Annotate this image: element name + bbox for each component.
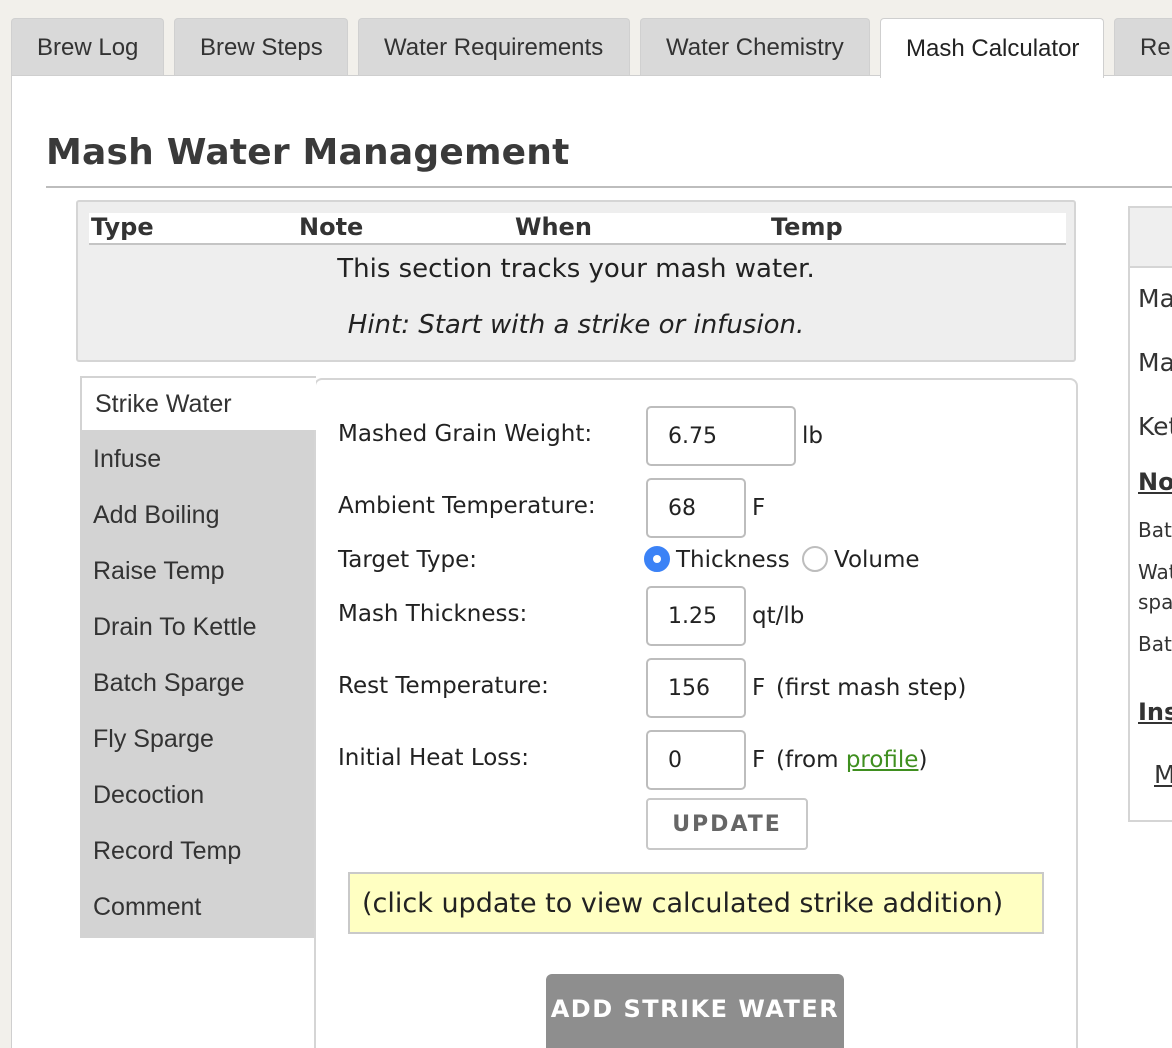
heat-loss-note-prefix: (from (776, 747, 846, 773)
column-note: Note (299, 213, 364, 241)
mash-log: Type Note When Temp This section tracks … (76, 200, 1076, 362)
sidebar-note-line: Wat (1138, 560, 1172, 584)
update-button[interactable]: UPDATE (646, 798, 808, 850)
action-drain-to-kettle[interactable]: Drain To Kettle (80, 599, 313, 655)
action-comment[interactable]: Comment (80, 879, 313, 935)
strike-result-notice: (click update to view calculated strike … (348, 872, 1044, 934)
rest-temp-unit: F (752, 675, 766, 701)
sidebar-note-line: Bat (1138, 632, 1172, 656)
rest-temp-input[interactable] (646, 658, 746, 718)
heat-loss-unit: F (752, 747, 766, 773)
grain-weight-unit: lb (802, 423, 823, 449)
thickness-option-label[interactable]: Thickness (676, 547, 790, 573)
mash-action-list: Strike Water Infuse Add Boiling Raise Te… (80, 376, 316, 938)
action-raise-temp[interactable]: Raise Temp (80, 543, 313, 599)
mash-log-empty-message: This section tracks your mash water. (337, 254, 815, 284)
target-type-label: Target Type: (338, 547, 478, 573)
action-add-boiling[interactable]: Add Boiling (80, 487, 313, 543)
action-infuse[interactable]: Infuse (80, 431, 313, 487)
sidebar-notes-heading: No (1138, 468, 1172, 496)
action-decoction[interactable]: Decoction (80, 767, 313, 823)
ambient-temp-input[interactable] (646, 478, 746, 538)
heat-loss-note-suffix: ) (918, 747, 928, 773)
column-temp: Temp (771, 213, 843, 241)
mash-thickness-label: Mash Thickness: (338, 601, 528, 627)
profile-link[interactable]: profile (846, 747, 919, 773)
volume-option-label[interactable]: Volume (834, 547, 920, 573)
action-strike-water[interactable]: Strike Water (80, 376, 316, 430)
tab-recipe[interactable]: Re (1114, 18, 1172, 76)
sidebar-note-line: spa (1138, 590, 1172, 614)
mash-summary-sidebar: Ma Ma Ket No Bat Wat spa Bat Ins M (1128, 206, 1172, 822)
grain-weight-input[interactable] (646, 406, 796, 466)
tab-brew-steps[interactable]: Brew Steps (174, 18, 348, 76)
heat-loss-note: (from profile) (776, 747, 927, 773)
tab-water-chemistry[interactable]: Water Chemistry (640, 18, 870, 76)
sidebar-ins-heading: Ins (1138, 698, 1172, 726)
title-divider (46, 186, 1172, 188)
column-when: When (515, 213, 592, 241)
heat-loss-input[interactable] (646, 730, 746, 790)
action-fly-sparge[interactable]: Fly Sparge (80, 711, 313, 767)
rest-temp-label: Rest Temperature: (338, 673, 549, 699)
heat-loss-label: Initial Heat Loss: (338, 745, 530, 771)
thickness-radio[interactable] (644, 546, 670, 572)
sidebar-row: Ma (1138, 348, 1172, 377)
sidebar-row: Ma (1138, 284, 1172, 313)
action-record-temp[interactable]: Record Temp (80, 823, 313, 879)
sidebar-link[interactable]: M (1154, 760, 1172, 789)
volume-radio[interactable] (802, 546, 828, 572)
tab-water-requirements[interactable]: Water Requirements (358, 18, 630, 76)
sidebar-note-line: Bat (1138, 518, 1172, 542)
ambient-temp-label: Ambient Temperature: (338, 493, 596, 519)
ambient-temp-unit: F (752, 495, 766, 521)
mash-log-hint: Hint: Start with a strike or infusion. (347, 310, 805, 340)
sidebar-header (1130, 208, 1172, 268)
tab-brew-log[interactable]: Brew Log (11, 18, 164, 76)
page-title: Mash Water Management (46, 132, 570, 173)
tab-bar: Brew Log Brew Steps Water Requirements W… (0, 0, 1172, 78)
grain-weight-label: Mashed Grain Weight: (338, 421, 593, 447)
sidebar-row: Ket (1138, 412, 1172, 441)
mash-log-header: Type Note When Temp (89, 213, 1066, 245)
add-strike-water-button[interactable]: ADD STRIKE WATER (546, 974, 844, 1048)
mash-thickness-input[interactable] (646, 586, 746, 646)
tab-mash-calculator[interactable]: Mash Calculator (880, 18, 1104, 78)
column-type: Type (91, 213, 154, 241)
action-batch-sparge[interactable]: Batch Sparge (80, 655, 313, 711)
rest-temp-note: (first mash step) (776, 675, 967, 701)
mash-thickness-unit: qt/lb (752, 603, 805, 629)
